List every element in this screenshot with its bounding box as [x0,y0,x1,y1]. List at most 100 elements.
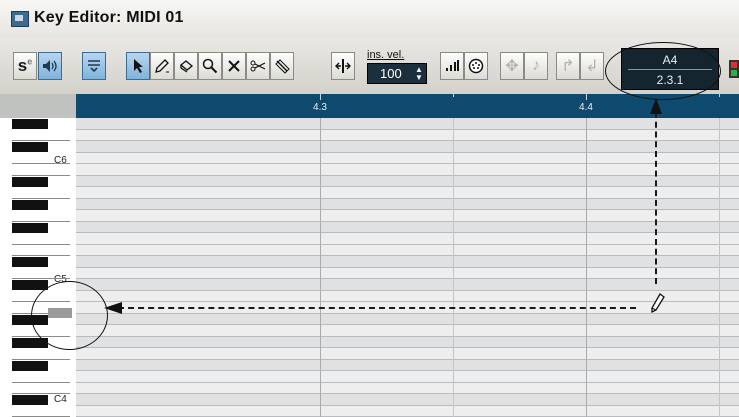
window-title: Key Editor: MIDI 01 [34,9,184,26]
pitch-row[interactable] [76,245,739,256]
select-icon: ↱ [561,58,575,75]
pitch-row[interactable] [76,187,739,199]
black-key[interactable] [12,395,48,405]
pitch-row[interactable] [76,279,739,291]
ruler-label-4-4: 4.4 [579,102,593,113]
white-key-divider [12,140,70,141]
annotation-dashed-line-horizontal [118,307,636,309]
pitch-row[interactable] [76,141,739,153]
magnifier-icon [202,58,218,74]
pencil-icon [155,59,169,73]
ruler-corner [0,94,77,118]
move-insert-icon: ✥ [505,58,519,75]
note-icon: ♪ [532,57,540,74]
key-label-c4: C4 [54,394,67,405]
ins-vel-stepper[interactable]: ▲ ▼ [415,66,423,82]
solo-icon: se [17,56,33,75]
ruler-tick [453,94,454,97]
black-key[interactable] [12,119,48,129]
pitch-row[interactable] [76,221,739,233]
annotation-dashed-line-vertical [655,112,657,284]
window-icon[interactable] [11,11,29,27]
x-icon [228,60,240,72]
key-label-c6: C6 [54,155,67,166]
white-key-divider [12,243,70,245]
pitch-row[interactable] [76,256,739,268]
midi-activity-meter [729,60,739,78]
acoustic-feedback-button[interactable] [38,52,62,80]
pitch-row[interactable] [76,348,739,360]
black-key[interactable] [12,142,48,152]
pitch-row[interactable] [76,291,739,302]
solo-button[interactable]: se [13,52,37,80]
info-line-icon [88,60,100,73]
split-tool[interactable] [246,52,270,80]
object-selection-tool[interactable] [126,52,150,80]
ins-vel-label: ins. vel. [367,49,405,61]
step-input-icon [446,60,459,71]
annotation-ellipse-display [605,42,721,100]
line-icon [275,59,290,74]
pitch-row[interactable] [76,336,739,348]
move-insert-button[interactable]: ✥ [500,52,524,80]
grid-line [453,118,454,417]
select-button[interactable]: ↱ [556,52,580,80]
pitch-row[interactable] [76,371,739,383]
zoom-tool[interactable] [198,52,222,80]
black-key[interactable] [12,360,48,371]
midi-input-button[interactable] [464,52,488,80]
black-key[interactable] [12,280,48,290]
ins-vel-value: 100 [380,66,402,81]
show-info-button[interactable] [82,52,106,80]
draw-tool[interactable] [150,52,174,80]
pitch-row[interactable] [76,325,739,337]
pitch-row[interactable] [76,118,739,130]
note-grid[interactable] [76,118,739,417]
white-key-divider [12,255,70,256]
pitch-row[interactable] [76,175,739,187]
pitch-row[interactable] [76,164,739,176]
white-key-divider [12,174,70,176]
autoscroll-icon [335,59,351,73]
length-button[interactable]: ↲ [580,52,604,80]
white-key-divider [12,220,70,222]
autoscroll-button[interactable] [331,52,355,80]
pitch-row[interactable] [76,359,739,371]
arrow-pointer-icon [134,59,143,73]
pitch-button[interactable]: ♪ [524,52,548,80]
white-key-divider [12,381,70,383]
white-key-divider [12,358,70,360]
step-input-button[interactable] [440,52,464,80]
length-icon: ↲ [585,58,599,75]
white-key-divider [12,393,70,394]
mute-tool[interactable] [222,52,246,80]
ins-vel-field[interactable]: 100 ▲ ▼ [367,63,427,84]
line-tool[interactable] [270,52,294,80]
erase-tool[interactable] [174,52,198,80]
pitch-row[interactable] [76,233,739,245]
black-key[interactable] [12,257,48,267]
pitch-row[interactable] [76,313,739,325]
pitch-row[interactable] [76,153,739,164]
black-key[interactable] [12,222,48,233]
pitch-row[interactable] [76,210,739,222]
white-key-divider [12,278,70,279]
ruler-tick [320,94,321,100]
ruler-tick [719,94,720,97]
scissors-icon [250,60,266,72]
speaker-icon [43,60,57,72]
white-key-divider [12,163,70,164]
pencil-cursor-icon [651,293,665,314]
pitch-row[interactable] [76,198,739,210]
piano-keyboard[interactable]: C6 C5 C4 [0,118,77,417]
pitch-row[interactable] [76,268,739,279]
pitch-row[interactable] [76,130,739,141]
pitch-row[interactable] [76,383,739,394]
black-key[interactable] [12,176,48,187]
white-key-divider [12,197,70,199]
black-key[interactable] [12,199,48,210]
pitch-row[interactable] [76,406,739,417]
eraser-icon [179,60,194,73]
pitch-row[interactable] [76,394,739,406]
timeline-ruler[interactable]: 4.3 4.4 [76,94,739,119]
